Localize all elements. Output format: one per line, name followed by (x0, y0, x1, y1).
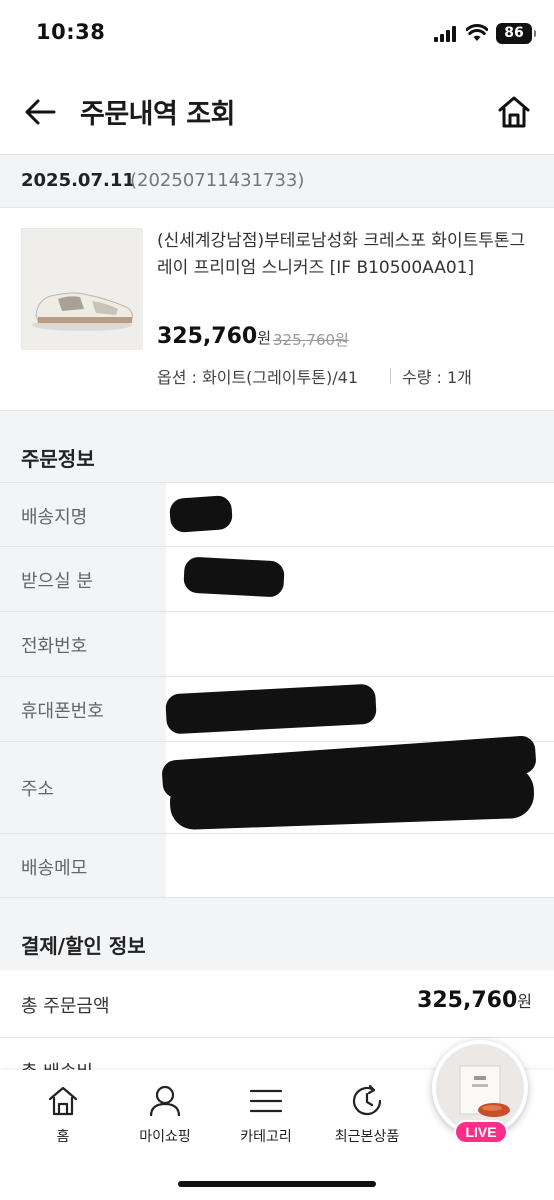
info-label: 배송지명 (21, 507, 88, 528)
product-option: 옵션 : 화이트(그레이투톤)/41 (157, 368, 358, 387)
wifi-icon (466, 24, 488, 41)
live-badge: LIVE (454, 1120, 508, 1144)
pay-row-total: 총 주문금액 325,760원 (0, 970, 554, 1038)
info-row-recipient: 받으실 분 (0, 547, 554, 612)
live-thumbnail (436, 1044, 524, 1132)
info-value-redacted (165, 677, 554, 741)
pay-value: 325,760원 (417, 988, 532, 1013)
info-value-redacted (161, 735, 554, 833)
product-name[interactable]: (신세계강남점)부테로남성화 크레스포 화이트투톤그레이 프리미엄 스니커즈 [… (157, 228, 537, 282)
pay-label: 총 주문금액 (21, 996, 110, 1017)
order-date: 2025.07.11 (21, 170, 135, 191)
home-icon (48, 1086, 78, 1116)
nav-item-recent[interactable]: 최근본상품 (317, 1084, 417, 1146)
info-label: 전화번호 (21, 636, 88, 657)
product-quantity: 수량 : 1개 (402, 368, 472, 387)
section-title: 주문정보 (21, 447, 95, 471)
status-bar: 10:38 86 (0, 0, 554, 70)
price-value: 325,760 (157, 324, 258, 349)
info-row-shipping-name: 배송지명 (0, 482, 554, 547)
order-summary-bar: 2025.07.11 (20250711431733) (0, 154, 554, 208)
nav-label: 카테고리 (240, 1129, 292, 1145)
order-info-header: 주문정보 (0, 410, 554, 482)
info-row-mobile: 휴대폰번호 (0, 677, 554, 742)
status-time: 10:38 (36, 20, 106, 44)
info-row-delivery-memo: 배송메모 (0, 834, 554, 898)
payment-info-header: 결제/할인 정보 (0, 898, 554, 970)
price-unit: 원 (517, 992, 532, 1011)
info-value (166, 612, 554, 676)
back-arrow-icon[interactable] (22, 94, 58, 130)
info-value-redacted (166, 483, 554, 546)
page-header: 주문내역 조회 (0, 72, 554, 152)
info-row-address: 주소 (0, 735, 554, 834)
order-product[interactable]: (신세계강남점)부테로남성화 크레스포 화이트투톤그레이 프리미엄 스니커즈 [… (0, 208, 554, 410)
page-title: 주문내역 조회 (80, 99, 235, 130)
home-indicator (178, 1181, 376, 1187)
original-price: 325,760원 (273, 331, 349, 349)
nav-item-my-shopping[interactable]: 마이쇼핑 (115, 1084, 215, 1146)
signal-icon (434, 26, 456, 42)
nav-item-category[interactable]: 카테고리 (216, 1084, 316, 1146)
home-icon[interactable] (496, 94, 532, 130)
info-label: 휴대폰번호 (21, 701, 104, 722)
product-image[interactable] (21, 228, 143, 350)
nav-label: 최근본상품 (334, 1129, 400, 1145)
live-floating-button[interactable]: LIVE (432, 1040, 528, 1144)
price-unit: 원 (257, 329, 272, 347)
menu-icon (249, 1089, 283, 1113)
info-row-phone: 전화번호 (0, 612, 554, 677)
info-value (166, 834, 554, 897)
product-price: 325,760원 (157, 324, 271, 349)
info-label: 받으실 분 (21, 571, 93, 592)
info-label: 주소 (21, 779, 55, 800)
info-value-redacted (166, 547, 554, 611)
order-number: (20250711431733) (130, 170, 305, 191)
history-icon (352, 1084, 382, 1116)
nav-label: 마이쇼핑 (139, 1129, 191, 1145)
nav-label: 홈 (56, 1129, 70, 1145)
info-label: 배송메모 (21, 858, 88, 879)
nav-item-home[interactable]: 홈 (13, 1084, 113, 1146)
person-icon (149, 1085, 181, 1117)
section-title: 결제/할인 정보 (21, 934, 146, 958)
divider (390, 368, 391, 384)
battery-icon: 86 (496, 23, 536, 44)
total-amount: 325,760 (417, 988, 518, 1013)
